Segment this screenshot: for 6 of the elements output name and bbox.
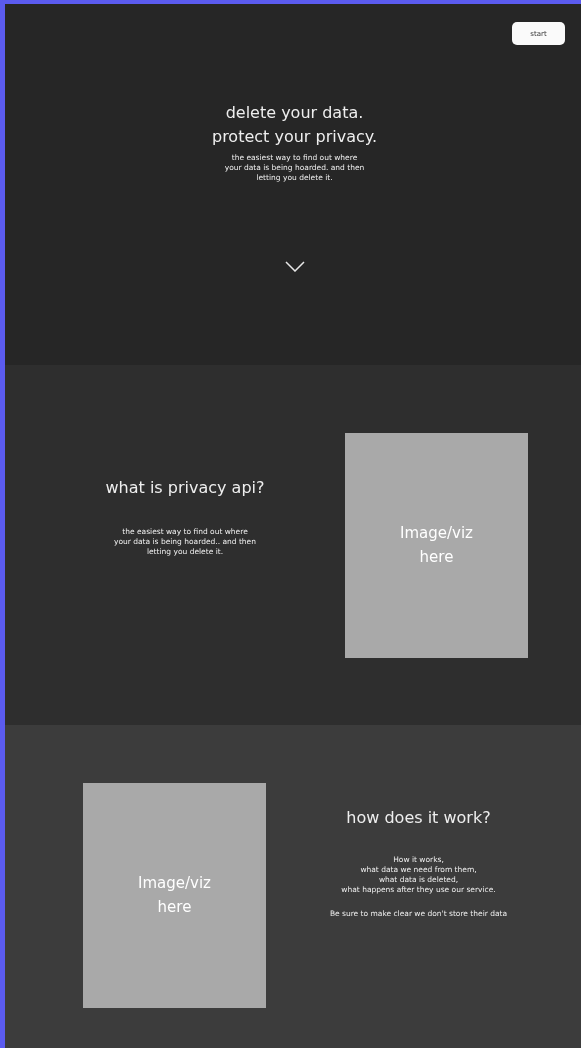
hero-title: delete your data. protect your privacy. — [212, 102, 377, 148]
section-title: how does it work? — [346, 807, 491, 827]
chevron-down-icon[interactable] — [284, 261, 305, 272]
placeholder-label: Image/viz here — [400, 523, 473, 568]
section-title: what is privacy api? — [105, 477, 265, 497]
placeholder-label: Image/viz here — [138, 873, 211, 918]
